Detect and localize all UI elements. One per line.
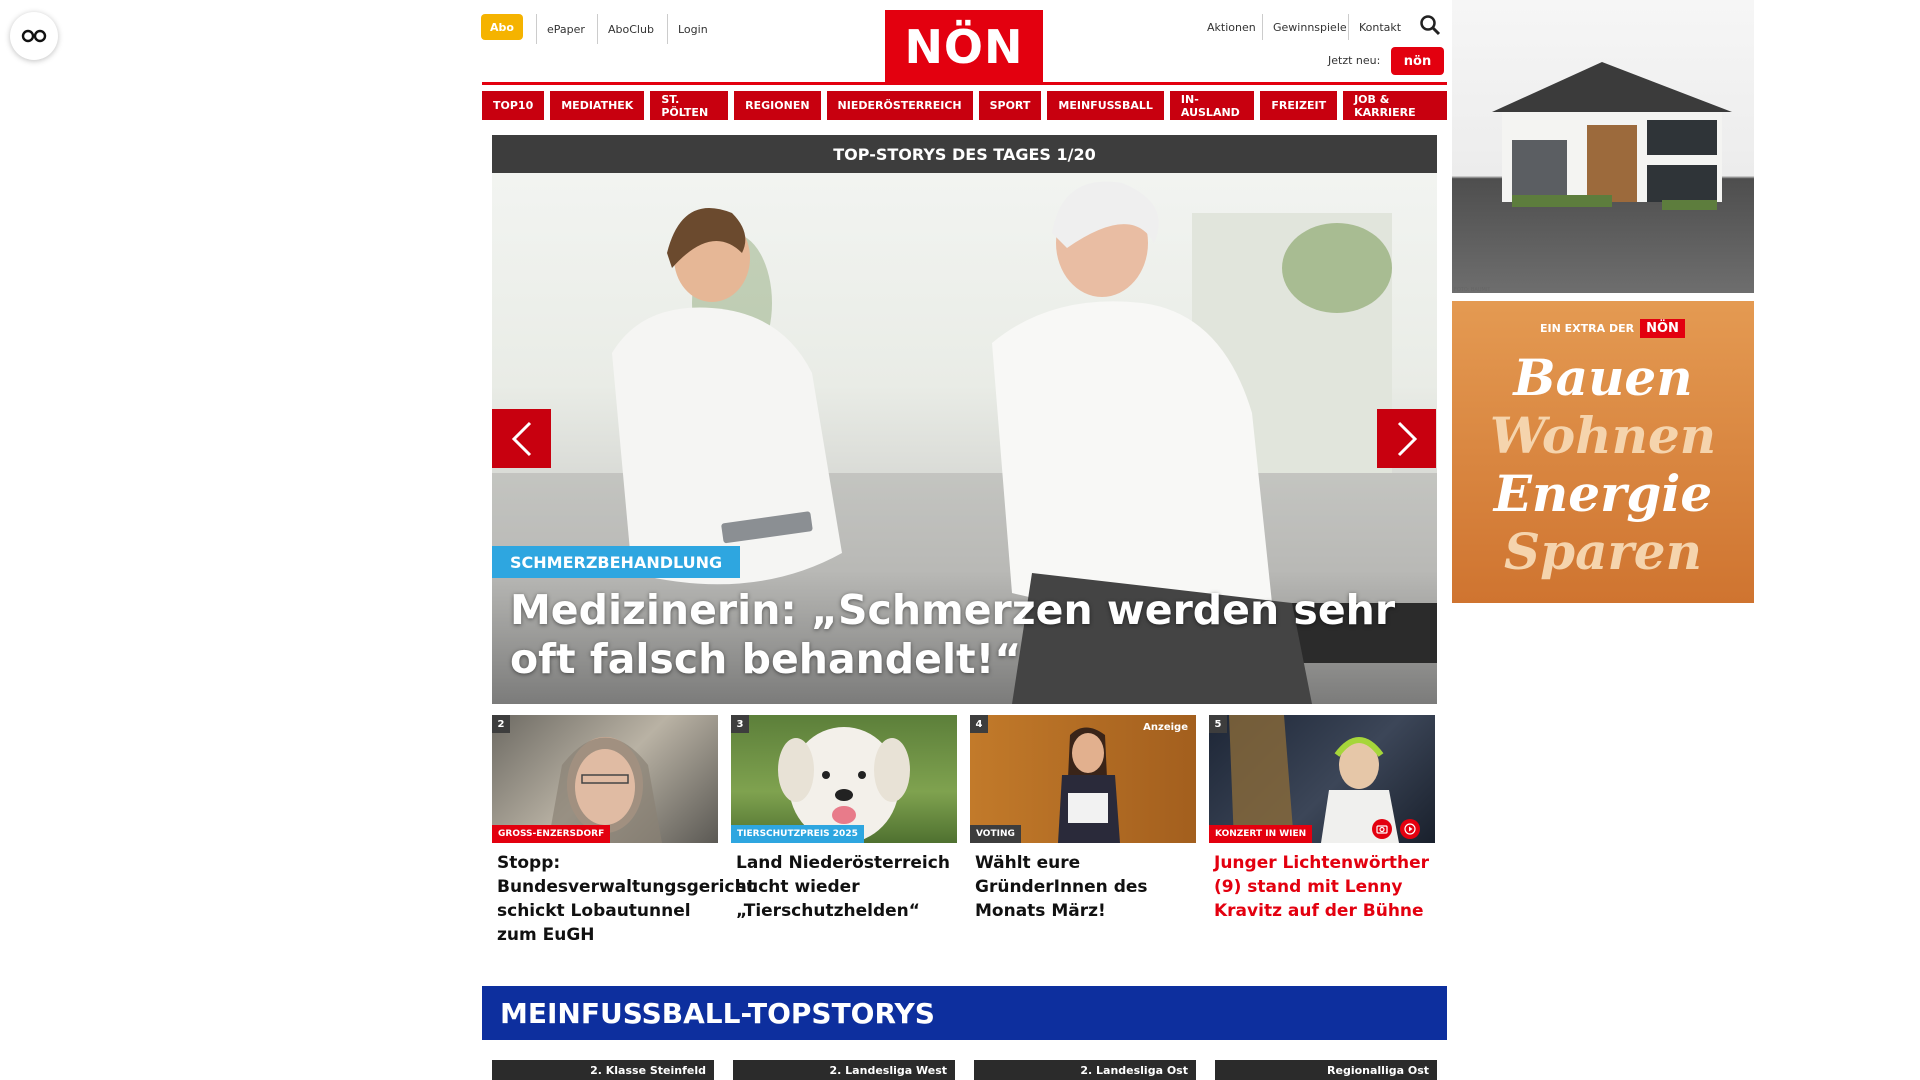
nav-meinfussball[interactable]: MEINFUSSBALL (1047, 91, 1164, 120)
story-card[interactable]: 5 KONZERT IN WIEN Junger Lichtenwörther … (1209, 715, 1435, 923)
story-thumbnail[interactable]: 3 TIERSCHUTZPREIS 2025 (731, 715, 957, 843)
meinfussball-header[interactable]: MEINFUSSBALL-TOPSTORYS (482, 986, 1447, 1040)
bauen-wohnen-ad[interactable]: EIN EXTRA DER NÖN Bauen Wohnen Energie S… (1452, 301, 1754, 603)
nav-mediathek[interactable]: MEDIATHEK (550, 91, 645, 120)
portrait-photo (548, 737, 662, 843)
reader-mode-button[interactable] (10, 12, 58, 60)
aboclub-link[interactable]: AboClub (597, 14, 664, 44)
abo-button[interactable]: Abo (481, 14, 523, 40)
story-category[interactable]: VOTING (970, 825, 1021, 843)
aktionen-link[interactable]: Aktionen (1197, 14, 1266, 40)
jetzt-neu-badge[interactable]: nön (1391, 47, 1444, 75)
story-title[interactable]: Stopp: Bundesverwaltungsgericht schickt … (492, 851, 755, 947)
story-title[interactable]: Wählt eure GründerInnen des Monats März! (970, 851, 1196, 923)
story-category[interactable]: GROSS-ENZERSDORF (492, 825, 611, 843)
login-link[interactable]: Login (667, 14, 718, 44)
story-rank: 3 (731, 715, 749, 733)
story-card[interactable]: 2 GROSS-ENZERSDORF Stopp: Bundesverwaltu… (492, 715, 755, 947)
carousel-next-button[interactable] (1377, 409, 1436, 468)
story-thumbnail[interactable]: 5 KONZERT IN WIEN (1209, 715, 1435, 843)
jetzt-neu-label: Jetzt neu: (1328, 54, 1381, 67)
nav-job-karriere[interactable]: JOB & KARRIERE (1343, 91, 1447, 120)
nav-regionen[interactable]: REGIONEN (734, 91, 821, 120)
football-card-label[interactable]: Regionalliga Ost (1215, 1060, 1437, 1080)
story-thumbnail[interactable]: 4 Anzeige VOTING (970, 715, 1196, 843)
play-icon (1400, 819, 1420, 839)
story-thumbnail[interactable]: 2 GROSS-ENZERSDORF (492, 715, 718, 843)
nav-freizeit[interactable]: FREIZEIT (1260, 91, 1338, 120)
house-photo (1492, 62, 1732, 210)
story-category[interactable]: TIERSCHUTZPREIS 2025 (731, 825, 864, 843)
header-divider (482, 82, 1447, 85)
story-rank: 4 (970, 715, 988, 733)
award-photo (1058, 727, 1120, 843)
nav-top10[interactable]: TOP10 (482, 91, 545, 120)
glasses-icon (21, 29, 47, 43)
football-card-label[interactable]: 2. Landesliga Ost (974, 1060, 1196, 1080)
carousel-prev-button[interactable] (492, 409, 551, 468)
hero-category-tag[interactable]: SCHMERZBEHANDLUNG (492, 546, 741, 578)
ad-word-bauen: Bauen (1513, 348, 1693, 407)
nav-st-poelten[interactable]: ST. PÖLTEN (650, 91, 729, 120)
story-category[interactable]: KONZERT IN WIEN (1209, 825, 1313, 843)
noen-logo[interactable]: NÖN (885, 10, 1043, 84)
main-nav: TOP10 MEDIATHEK ST. PÖLTEN REGIONEN NIED… (482, 91, 1447, 120)
photo-credit: FOTO: BAUMIT (1454, 287, 1491, 293)
nav-in-ausland[interactable]: IN-AUSLAND (1169, 91, 1255, 120)
story-title[interactable]: Junger Lichtenwörther (9) stand mit Lenn… (1209, 851, 1435, 923)
ad-extra-label: EIN EXTRA DER NÖN (1540, 319, 1685, 338)
story-rank: 5 (1209, 715, 1227, 733)
nav-niederoesterreich[interactable]: NIEDERÖSTERREICH (826, 91, 973, 120)
house-ad[interactable]: FOTO: BAUMIT (1452, 0, 1754, 293)
chevron-left-icon (511, 421, 531, 456)
ad-word-wohnen: Wohnen (1489, 406, 1717, 465)
sponsored-badge: Anzeige (1143, 722, 1188, 733)
search-icon[interactable] (1419, 14, 1441, 36)
ad-extra-text: EIN EXTRA DER (1540, 322, 1635, 335)
story-title[interactable]: Land Niederösterreich sucht wieder „Tier… (731, 851, 957, 923)
story-rank: 2 (492, 715, 510, 733)
nav-sport[interactable]: SPORT (978, 91, 1042, 120)
story-card[interactable]: 4 Anzeige VOTING Wählt eure GründerInnen… (970, 715, 1196, 923)
ad-word-energie: Energie (1493, 464, 1713, 523)
story-card[interactable]: 3 TIERSCHUTZPREIS 2025 Land Niederösterr… (731, 715, 957, 923)
camera-icon (1372, 819, 1392, 839)
epaper-link[interactable]: ePaper (536, 14, 595, 44)
top-stories-header: TOP-STORYS DES TAGES 1/20 (492, 135, 1437, 173)
ad-brand-badge: NÖN (1640, 319, 1685, 338)
football-card-label[interactable]: 2. Klasse Steinfeld (492, 1060, 714, 1080)
hero-headline[interactable]: Medizinerin: „Schmerzen werden sehr oft … (510, 586, 1410, 684)
ad-word-sparen: Sparen (1504, 522, 1702, 581)
chevron-right-icon (1397, 421, 1417, 456)
dog-photo (778, 727, 910, 843)
kontakt-link[interactable]: Kontakt (1348, 14, 1411, 40)
football-card-label[interactable]: 2. Landesliga West (733, 1060, 955, 1080)
gewinnspiele-link[interactable]: Gewinnspiele (1262, 14, 1357, 40)
